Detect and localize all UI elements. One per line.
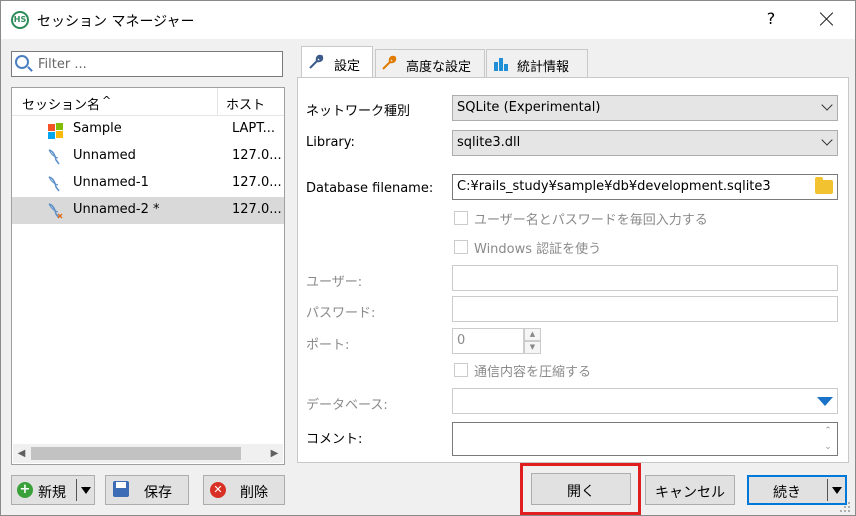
continue-button-label: 続き: [773, 485, 801, 501]
tab-advanced-label: 高度な設定: [406, 60, 472, 75]
folder-icon[interactable]: [815, 177, 833, 194]
scroll-right-icon[interactable]: ▶: [266, 444, 283, 463]
tab-settings[interactable]: 設定: [301, 46, 373, 78]
scroll-up-icon[interactable]: ⌃: [821, 424, 835, 438]
library-select[interactable]: sqlite3.dll: [452, 130, 838, 156]
db-filename-label: Database filename:: [306, 181, 434, 196]
compress-label: 通信内容を圧縮する: [474, 365, 592, 380]
filter-box[interactable]: [11, 51, 283, 77]
windows-auth-label: Windows 認証を使う: [474, 242, 602, 257]
settings-panel: ネットワーク種別 SQLite (Experimental) Library: …: [297, 77, 849, 463]
db-filename-field[interactable]: C:¥rails_study¥sample¥db¥development.sql…: [452, 174, 838, 200]
wrench-orange-icon: [382, 55, 397, 70]
port-label: ポート:: [306, 338, 350, 353]
bar-chart-icon: [494, 58, 508, 71]
sqlite-icon: [46, 148, 64, 166]
user-field[interactable]: [452, 265, 838, 291]
prompt-credentials-label: ユーザー名とパスワードを毎回入力する: [474, 213, 708, 228]
dropdown-arrow-icon[interactable]: [817, 397, 833, 406]
library-label: Library:: [306, 135, 355, 150]
port-value: 0: [457, 333, 466, 348]
session-manager-window: HS セッション マネージャー ? セッション名 ^ ホスト Sample LA…: [0, 0, 856, 516]
comment-field[interactable]: ⌃ ⌄: [452, 422, 838, 456]
tab-settings-label: 設定: [334, 59, 361, 74]
session-list[interactable]: セッション名 ^ ホスト Sample LAPT... Unnamed 127.…: [11, 87, 285, 465]
resize-grip-icon[interactable]: [839, 501, 851, 513]
port-decrement-icon[interactable]: ▼: [524, 341, 541, 354]
scroll-down-icon[interactable]: ⌄: [821, 440, 835, 454]
comment-label: コメント:: [306, 432, 363, 447]
title-bar: HS セッション マネージャー ?: [1, 1, 855, 39]
session-name: Unnamed-2 *: [73, 202, 160, 217]
port-increment-icon[interactable]: ▲: [524, 328, 541, 341]
network-type-select[interactable]: SQLite (Experimental): [452, 95, 838, 121]
session-name: Unnamed: [73, 148, 136, 163]
session-row-unnamed-2[interactable]: Unnamed-2 * 127.0...: [12, 197, 284, 224]
database-select[interactable]: [452, 388, 838, 414]
session-name: Sample: [73, 121, 122, 136]
delete-button[interactable]: ✕ 削除: [203, 475, 285, 505]
list-header: セッション名 ^ ホスト: [12, 88, 284, 116]
compress-checkbox[interactable]: [454, 363, 468, 377]
scrollbar-thumb[interactable]: [31, 447, 241, 460]
chevron-down-icon: [821, 99, 833, 111]
password-field[interactable]: [452, 296, 838, 322]
save-button-label: 保存: [144, 485, 172, 501]
session-row-sample[interactable]: Sample LAPT...: [12, 116, 284, 143]
delete-icon: ✕: [210, 482, 226, 498]
tab-statistics[interactable]: 統計情報: [486, 49, 588, 77]
sqlite-modified-icon: [46, 202, 64, 220]
sqlite-icon: [46, 175, 64, 193]
delete-button-label: 削除: [240, 485, 268, 501]
split-separator: [827, 479, 828, 501]
tab-advanced[interactable]: 高度な設定: [375, 49, 485, 77]
column-header-host[interactable]: ホスト: [226, 94, 265, 113]
new-button[interactable]: + 新規: [11, 475, 95, 505]
session-name: Unnamed-1: [73, 175, 149, 190]
session-row-unnamed[interactable]: Unnamed 127.0...: [12, 143, 284, 170]
scroll-left-icon[interactable]: ◀: [13, 444, 30, 463]
session-host: 127.0...: [232, 148, 282, 163]
session-row-unnamed-1[interactable]: Unnamed-1 127.0...: [12, 170, 284, 197]
search-icon: [15, 55, 29, 69]
help-button[interactable]: ?: [761, 9, 781, 31]
new-button-label: 新規: [38, 485, 66, 501]
cancel-button[interactable]: キャンセル: [645, 475, 735, 505]
network-type-value: SQLite (Experimental): [457, 100, 601, 115]
prompt-credentials-checkbox[interactable]: [454, 211, 468, 225]
session-host: 127.0...: [232, 202, 282, 217]
column-separator[interactable]: [217, 88, 218, 116]
network-type-label: ネットワーク種別: [306, 104, 411, 119]
wrench-icon: [309, 54, 324, 69]
column-header-name[interactable]: セッション名: [22, 94, 100, 113]
chevron-down-icon: [821, 134, 833, 146]
save-button[interactable]: 保存: [105, 475, 189, 505]
port-field[interactable]: 0: [452, 328, 524, 354]
session-host: LAPT...: [232, 121, 276, 136]
window-title: セッション マネージャー: [37, 14, 195, 30]
library-value: sqlite3.dll: [457, 135, 521, 150]
windows-auth-checkbox[interactable]: [454, 240, 468, 254]
tab-statistics-label: 統計情報: [517, 60, 570, 75]
password-label: パスワード:: [306, 306, 376, 321]
split-separator: [76, 479, 77, 501]
session-host: 127.0...: [232, 175, 282, 190]
chevron-down-icon[interactable]: [81, 487, 91, 494]
save-icon: [113, 481, 129, 497]
horizontal-scrollbar[interactable]: ◀ ▶: [13, 444, 283, 463]
sort-ascending-icon: ^: [102, 94, 112, 107]
add-icon: +: [17, 482, 33, 498]
user-label: ユーザー:: [306, 275, 363, 290]
close-button[interactable]: [813, 7, 841, 33]
app-icon: HS: [11, 11, 29, 29]
db-filename-value: C:¥rails_study¥sample¥db¥development.sql…: [457, 179, 771, 194]
highlight-box: [520, 463, 641, 515]
continue-button[interactable]: 続き: [747, 475, 847, 505]
cancel-button-label: キャンセル: [655, 485, 725, 501]
chevron-down-icon[interactable]: [832, 487, 842, 494]
windows-icon: [46, 121, 64, 139]
database-label: データベース:: [306, 398, 388, 413]
filter-input[interactable]: [36, 54, 276, 74]
